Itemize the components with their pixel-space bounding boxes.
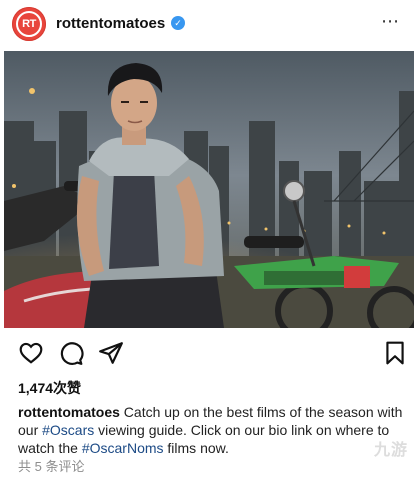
post-image[interactable]	[4, 51, 414, 328]
action-bar	[0, 340, 416, 370]
view-comments-link[interactable]: 共 5 条评论	[18, 456, 84, 475]
verified-badge-icon: ✓	[171, 16, 185, 30]
caption-username-link[interactable]: rottentomatoes	[18, 404, 120, 420]
heart-icon[interactable]	[18, 340, 44, 366]
likes-count[interactable]: 1,474次赞	[18, 378, 81, 398]
more-options-icon[interactable]: ⋯	[381, 11, 400, 32]
caption-text-3: films now.	[163, 440, 229, 456]
bookmark-icon[interactable]	[382, 340, 408, 366]
hashtag-oscarnoms-link[interactable]: #OscarNoms	[82, 440, 164, 456]
avatar-ring: RT	[16, 11, 42, 37]
avatar-logo-text: RT	[22, 18, 36, 30]
share-icon[interactable]	[98, 340, 124, 366]
hashtag-oscars-link[interactable]: #Oscars	[42, 422, 94, 438]
post-header: RT rottentomatoes ✓ ⋯	[0, 0, 416, 50]
username-link[interactable]: rottentomatoes	[56, 15, 165, 32]
avatar[interactable]: RT	[12, 7, 46, 41]
post-caption: rottentomatoes Catch up on the best film…	[18, 403, 408, 457]
watermark-logo: 九游	[373, 442, 408, 459]
comment-icon[interactable]	[58, 340, 84, 366]
